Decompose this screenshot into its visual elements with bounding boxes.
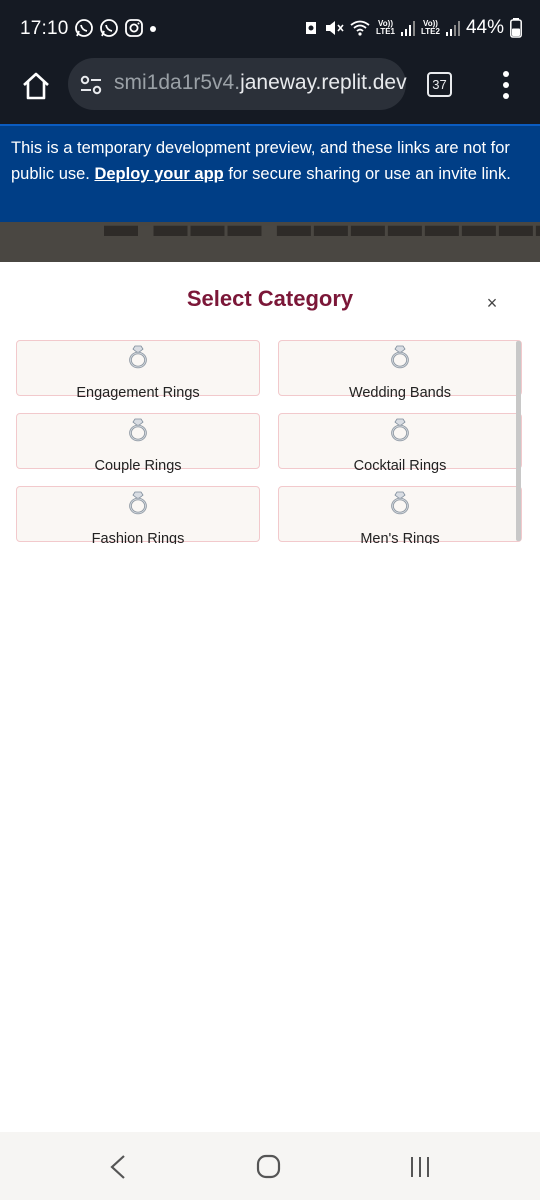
status-indicators: Vo)) LTE1 Vo)) LTE2 44% — [304, 17, 522, 39]
category-label: Engagement Rings — [76, 385, 200, 401]
recent-apps-icon[interactable] — [408, 1154, 432, 1180]
category-card[interactable]: Engagement Rings — [16, 340, 260, 401]
signal-icon — [445, 21, 460, 36]
sim2-network-label: Vo)) LTE2 — [421, 19, 440, 36]
url-subdomain: smi1da1r5v4. — [114, 71, 241, 94]
url-text[interactable]: smi1da1r5v4.janeway.replit.dev — [114, 71, 407, 95]
ring-icon — [127, 491, 149, 515]
home-icon[interactable] — [20, 70, 52, 102]
category-label: Couple Rings — [94, 458, 182, 474]
category-label: Fashion Rings — [91, 531, 185, 544]
site-settings-icon[interactable] — [80, 74, 102, 96]
category-card[interactable]: Cocktail Rings — [278, 413, 522, 474]
banner-text-tail: for secure sharing or use an invite link… — [223, 165, 511, 183]
ring-icon — [389, 418, 411, 442]
whatsapp-icon — [75, 19, 93, 37]
ring-icon — [389, 345, 411, 369]
instagram-icon — [125, 19, 143, 37]
url-domain: janeway.replit.dev — [240, 71, 407, 94]
back-icon[interactable] — [106, 1154, 130, 1180]
category-card[interactable]: Men's Rings — [278, 486, 522, 544]
address-bar[interactable]: smi1da1r5v4.janeway.replit.dev — [68, 58, 407, 110]
status-app-icons — [74, 18, 144, 38]
category-card[interactable]: Fashion Rings — [16, 486, 260, 544]
battery-icon — [510, 18, 522, 38]
mute-icon — [326, 21, 344, 35]
browser-toolbar: smi1da1r5v4.janeway.replit.dev 37 — [0, 58, 540, 124]
category-label: Wedding Bands — [348, 385, 452, 401]
wifi-icon — [350, 20, 370, 36]
ring-icon — [127, 345, 149, 369]
battery-percentage: 44% — [465, 17, 504, 38]
sim1-network-label: Vo)) LTE1 — [376, 19, 395, 36]
status-time: 17:10 — [20, 18, 69, 39]
select-category-modal: Select Category × Engagement Rings Weddin… — [0, 262, 540, 1132]
signal-icon — [401, 21, 415, 36]
category-grid-scrollbar[interactable] — [516, 341, 521, 541]
category-grid[interactable]: Engagement Rings Wedding Bands Couple Ring… — [16, 340, 524, 544]
tab-switcher-button[interactable]: 37 — [427, 72, 452, 97]
home-nav-icon[interactable] — [256, 1154, 282, 1180]
whatsapp-business-icon — [100, 19, 118, 37]
obscured-page-heading: ▬ ▬▬▬ ▬▬▬▬▬▬▬▬▬▬ ▬ — [104, 222, 540, 244]
category-label: Cocktail Rings — [353, 458, 447, 474]
security-icon — [306, 22, 317, 34]
category-card[interactable]: Wedding Bands — [278, 340, 522, 401]
ring-icon — [127, 418, 149, 442]
close-icon[interactable]: × — [481, 292, 503, 314]
system-navigation-bar — [0, 1132, 540, 1200]
notification-dot — [150, 26, 156, 32]
category-card[interactable]: Couple Rings — [16, 413, 260, 474]
status-bar: 17:10 Vo)) LTE1 Vo)) LTE2 44% — [0, 0, 540, 58]
modal-title: Select Category — [186, 286, 354, 311]
dev-preview-banner: This is a temporary development preview,… — [0, 124, 540, 222]
category-label: Men's Rings — [360, 531, 440, 544]
deploy-app-link[interactable]: Deploy your app — [94, 165, 223, 183]
browser-menu-icon[interactable] — [494, 68, 518, 102]
modal-backdrop[interactable]: ▬ ▬▬▬ ▬▬▬▬▬▬▬▬▬▬ ▬ — [0, 222, 540, 262]
ring-icon — [389, 491, 411, 515]
